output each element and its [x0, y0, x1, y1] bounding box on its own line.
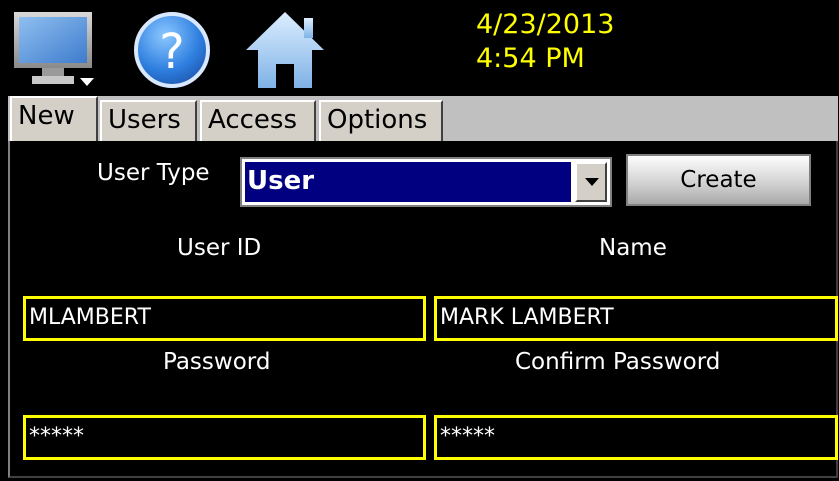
app-window: ? 4/23/2013 4:54 PM New Users Access Opt…	[0, 0, 839, 481]
dropdown-arrow-button[interactable]	[575, 162, 607, 202]
confirm-password-label: Confirm Password	[515, 349, 721, 375]
tab-options[interactable]: Options	[319, 100, 443, 141]
top-bar: ? 4/23/2013 4:54 PM	[0, 0, 839, 96]
user-type-label: User Type	[97, 160, 210, 186]
svg-text:?: ?	[159, 24, 184, 80]
name-label: Name	[599, 235, 667, 261]
user-id-field[interactable]: MLAMBERT	[23, 296, 426, 341]
time-text: 4:54 PM	[476, 43, 585, 74]
create-button[interactable]: Create	[626, 154, 811, 206]
tab-bar: New Users Access Options	[8, 96, 838, 141]
name-field[interactable]: MARK LAMBERT	[434, 296, 838, 341]
new-user-panel: User Type User Create User ID Name MLAMB…	[8, 141, 838, 478]
tab-new[interactable]: New	[10, 96, 98, 141]
help-icon[interactable]: ?	[130, 6, 214, 92]
monitor-menu-icon[interactable]	[12, 6, 98, 92]
confirm-password-field[interactable]: *****	[434, 415, 838, 460]
date-time-display: 4/23/2013 4:54 PM	[476, 8, 614, 76]
password-label: Password	[163, 349, 271, 375]
tab-users[interactable]: Users	[100, 100, 197, 141]
user-type-select[interactable]: User	[240, 157, 612, 207]
user-type-selected-value: User	[245, 162, 571, 202]
home-icon[interactable]	[244, 6, 326, 92]
tab-access[interactable]: Access	[200, 100, 316, 141]
user-id-label: User ID	[177, 235, 262, 261]
date-text: 4/23/2013	[476, 9, 615, 40]
password-field[interactable]: *****	[23, 415, 426, 460]
chevron-down-icon	[585, 178, 599, 186]
